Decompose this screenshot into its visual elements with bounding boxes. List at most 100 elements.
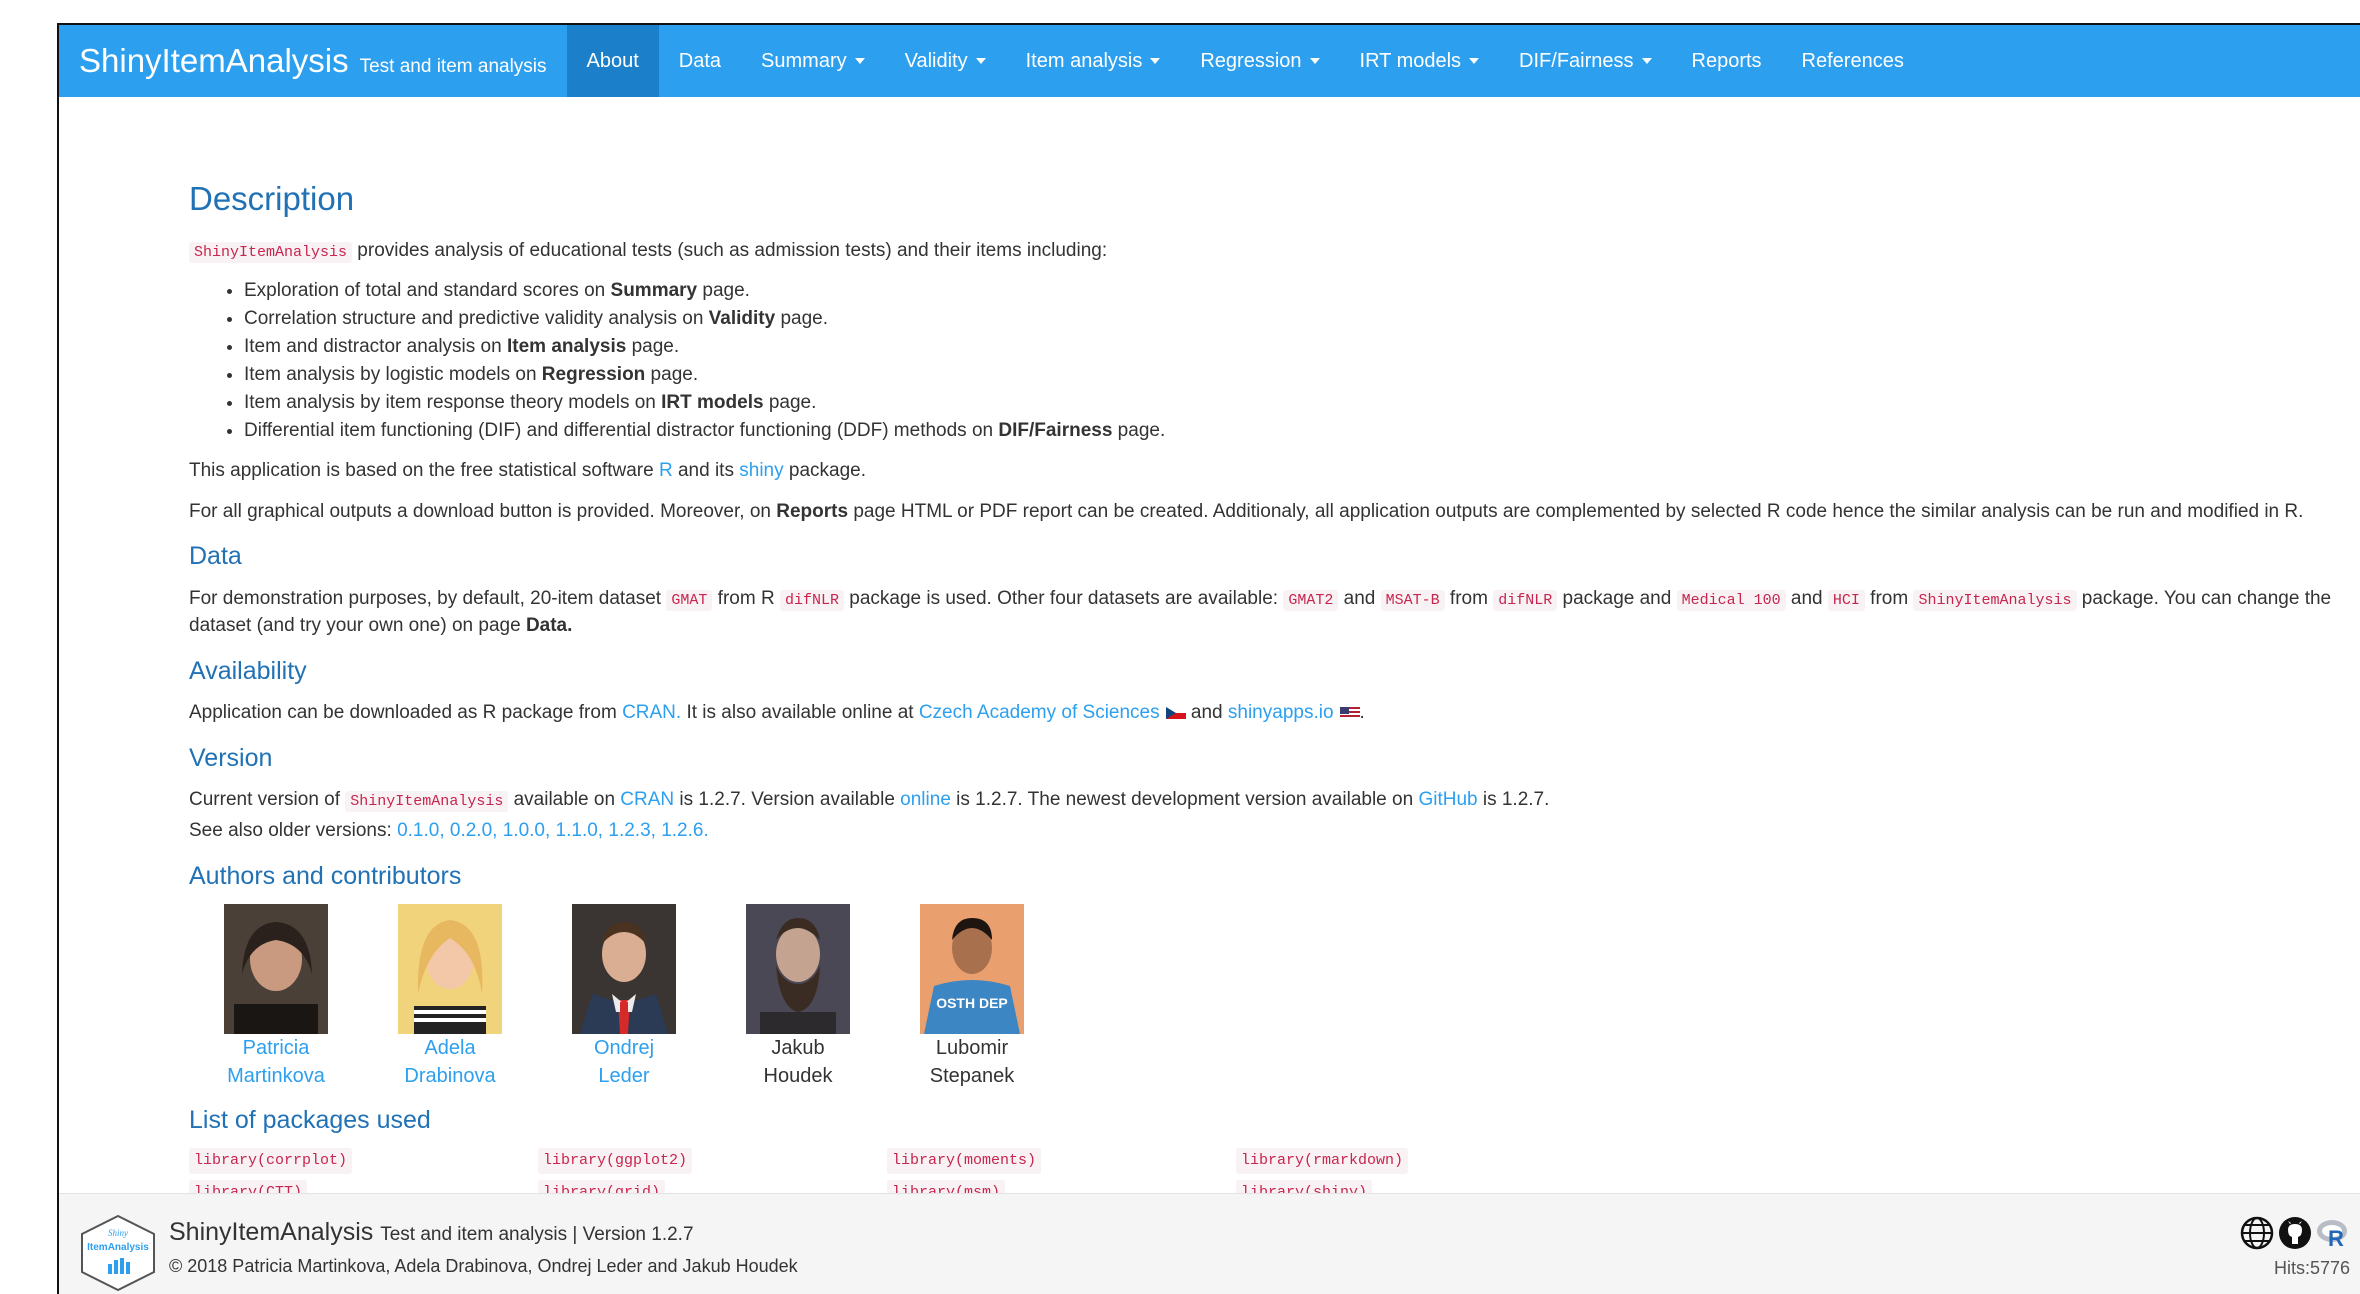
brand-name[interactable]: ShinyItemAnalysis (79, 25, 349, 97)
version-paragraph: Current version of ShinyItemAnalysis ava… (189, 788, 1550, 812)
author-photo (572, 904, 676, 1035)
nav-validity-dropdown[interactable]: Validity (885, 25, 1006, 97)
github-icon[interactable] (2278, 1216, 2312, 1250)
caret-down-icon (1309, 58, 1320, 64)
packages-heading: List of packages used (189, 1106, 431, 1135)
author-name-link[interactable]: Patricia Martinkova (189, 1034, 363, 1090)
author-card: Patricia Martinkova (189, 904, 363, 1090)
nav-label: DIF/Fairness (1519, 49, 1634, 72)
version-link-0-1-0[interactable]: 0.1.0, (397, 820, 445, 841)
package-code: difNLR (779, 589, 844, 611)
nav-about[interactable]: About (566, 25, 659, 97)
svg-text:R: R (2328, 1226, 2344, 1250)
nav-label: Item analysis (1025, 49, 1143, 72)
caret-down-icon (854, 58, 865, 64)
list-item: Differential item functioning (DIF) and … (244, 417, 2339, 445)
nav-label: References (1801, 49, 1904, 72)
github-link[interactable]: GitHub (1418, 789, 1477, 810)
package-item: library(moments) (887, 1148, 1042, 1175)
nav-label: Summary (761, 49, 847, 72)
online-link[interactable]: online (900, 789, 951, 810)
availability-paragraph: Application can be downloaded as R packa… (189, 702, 1365, 724)
author-photo (224, 904, 328, 1035)
app-window: ShinyItemAnalysis Test and item analysis… (57, 23, 2360, 1294)
nav-menu: About Data Summary Validity Item analysi… (566, 25, 1924, 97)
package-code: ShinyItemAnalysis (1913, 589, 2077, 611)
cran-version-link[interactable]: CRAN (620, 789, 674, 810)
r-project-icon[interactable]: R (2316, 1216, 2350, 1250)
footer-copyright: © 2018 Patricia Martinkova, Adela Drabin… (169, 1256, 798, 1276)
author-card: Adela Drabinova (363, 904, 537, 1090)
shinyapps-link[interactable]: shinyapps.io (1228, 702, 1334, 723)
caret-down-icon (975, 58, 986, 64)
author-photo (398, 904, 502, 1035)
nav-label: About (586, 49, 639, 72)
dataset-code: Medical 100 (1676, 589, 1786, 611)
list-item: Correlation structure and predictive val… (244, 305, 2339, 333)
cran-link[interactable]: CRAN. (622, 702, 681, 723)
version-link-1-2-6[interactable]: 1.2.6. (661, 820, 709, 841)
list-item: Item analysis by item response theory mo… (244, 389, 2339, 417)
nav-label: Validity (904, 49, 968, 72)
czech-academy-link[interactable]: Czech Academy of Sciences (919, 702, 1160, 723)
author-card: Ondrej Leder (537, 904, 711, 1090)
globe-icon[interactable] (2240, 1216, 2274, 1250)
list-item: Item and distractor analysis on Item ana… (244, 333, 2339, 361)
shiny-link[interactable]: shiny (739, 460, 783, 481)
app-logo: Shiny ItemAnalysis (81, 1214, 155, 1292)
nav-label: IRT models (1359, 49, 1462, 72)
author-photo: OSTH DEP (920, 904, 1024, 1035)
version-link-1-0-0[interactable]: 1.0.0, (503, 820, 551, 841)
list-item: Exploration of total and standard scores… (244, 277, 2339, 305)
package-item: library(corrplot) (189, 1148, 353, 1175)
svg-text:ItemAnalysis: ItemAnalysis (87, 1242, 149, 1253)
author-photo (746, 904, 850, 1035)
nav-label: Data (678, 49, 722, 72)
nav-dif-fairness-dropdown[interactable]: DIF/Fairness (1499, 25, 1671, 97)
brand[interactable]: ShinyItemAnalysis Test and item analysis (59, 25, 567, 97)
caret-down-icon (1150, 58, 1161, 64)
version-link-1-1-0[interactable]: 1.1.0, (556, 820, 604, 841)
outputs-paragraph: For all graphical outputs a download but… (189, 500, 2304, 522)
us-flag-icon (1339, 707, 1360, 720)
data-paragraph: For demonstration purposes, by default, … (189, 587, 2332, 637)
description-intro: ShinyItemAnalysis provides analysis of e… (189, 237, 2339, 265)
version-link-1-2-3[interactable]: 1.2.3, (608, 820, 656, 841)
hits-counter: Hits:5776 (2273, 1258, 2350, 1278)
version-link-0-2-0[interactable]: 0.2.0, (450, 820, 498, 841)
package-item: library(ggplot2) (538, 1148, 693, 1175)
r-link[interactable]: R (659, 460, 673, 481)
list-item: Item analysis by logistic models on Regr… (244, 361, 2339, 389)
caret-down-icon (1469, 58, 1480, 64)
authors-heading: Authors and contributors (189, 861, 462, 890)
author-name-link[interactable]: Ondrej Leder (537, 1034, 711, 1090)
data-heading: Data (189, 542, 242, 571)
based-on-paragraph: This application is based on the free st… (189, 460, 867, 482)
nav-irt-models-dropdown[interactable]: IRT models (1340, 25, 1500, 97)
package-code: difNLR (1493, 589, 1558, 611)
nav-label: Reports (1691, 49, 1762, 72)
nav-reports[interactable]: Reports (1672, 25, 1782, 97)
nav-item-analysis-dropdown[interactable]: Item analysis (1006, 25, 1181, 97)
version-heading: Version (189, 743, 273, 772)
availability-heading: Availability (189, 656, 307, 685)
author-name: Jakub Houdek (763, 1037, 833, 1088)
nav-regression-dropdown[interactable]: Regression (1180, 25, 1339, 97)
intro-text: provides analysis of educational tests (… (352, 239, 1108, 261)
navbar: ShinyItemAnalysis Test and item analysis… (59, 25, 2360, 97)
nav-summary-dropdown[interactable]: Summary (741, 25, 885, 97)
dataset-code: GMAT (666, 589, 713, 611)
main-content: Description ShinyItemAnalysis provides a… (189, 97, 2339, 1206)
nav-references[interactable]: References (1782, 25, 1924, 97)
nav-label: Regression (1200, 49, 1302, 72)
brand-tagline: Test and item analysis (359, 56, 547, 77)
svg-text:Shiny: Shiny (108, 1228, 128, 1238)
caret-down-icon (1641, 58, 1652, 64)
feature-list: Exploration of total and standard scores… (189, 277, 2339, 445)
footer-title: ShinyItemAnalysis Test and item analysis… (169, 1218, 694, 1246)
author-name-link[interactable]: Adela Drabinova (363, 1034, 537, 1090)
package-item: library(rmarkdown) (1236, 1148, 1409, 1175)
authors-list: Patricia Martinkova Adela Drabinova Ondrej… (189, 904, 2339, 1090)
nav-data[interactable]: Data (659, 25, 741, 97)
dataset-code: HCI (1827, 589, 1865, 611)
